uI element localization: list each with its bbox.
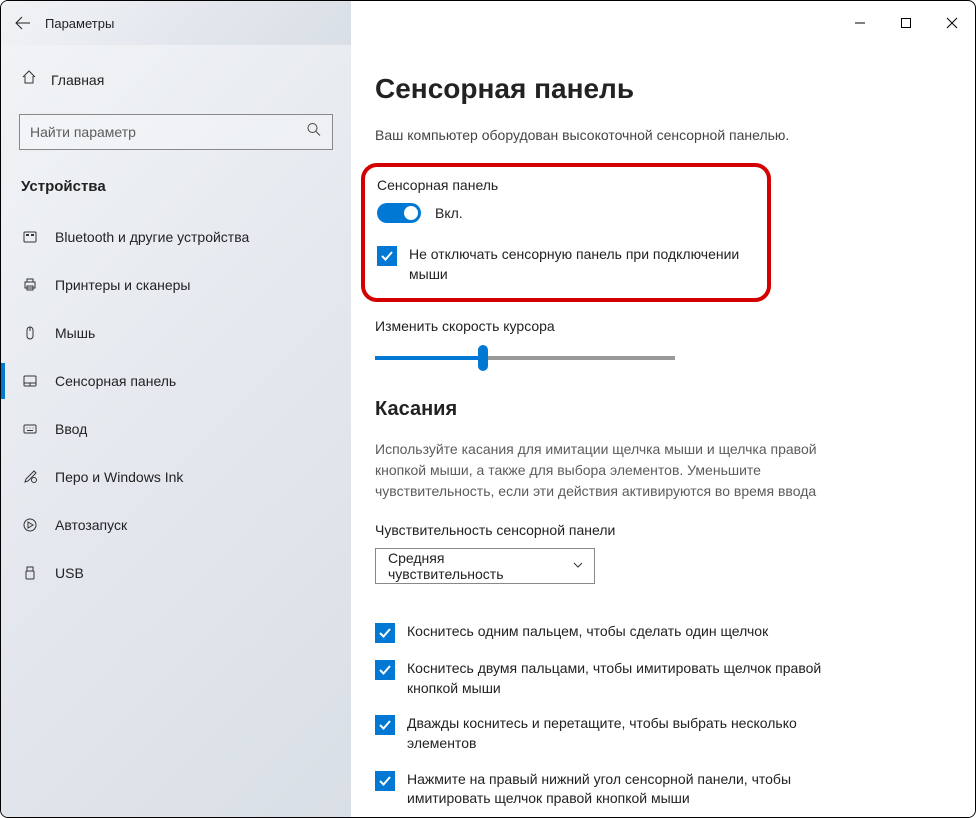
sidebar: Главная Устройства Bluetooth и другие ус…: [1, 45, 351, 817]
sidebar-item-label: Мышь: [55, 325, 95, 341]
minimize-button[interactable]: [837, 1, 883, 45]
sidebar-item-pen[interactable]: Перо и Windows Ink: [1, 453, 351, 501]
sidebar-item-label: Bluetooth и другие устройства: [55, 229, 249, 245]
touchpad-toggle[interactable]: [377, 203, 421, 223]
tap-option-checkbox-1[interactable]: [375, 660, 395, 680]
sidebar-item-mouse[interactable]: Мышь: [1, 309, 351, 357]
check-icon: [378, 663, 392, 677]
tap-option-checkbox-3[interactable]: [375, 771, 395, 791]
touchpad-toggle-row: Вкл.: [377, 203, 749, 223]
check-icon: [378, 626, 392, 640]
sidebar-item-label: Принтеры и сканеры: [55, 277, 190, 293]
sensitivity-value: Средняя чувствительность: [388, 550, 558, 582]
tap-option-label: Нажмите на правый нижний угол сенсорной …: [407, 770, 835, 809]
page-intro: Ваш компьютер оборудован высокоточной се…: [375, 127, 935, 143]
back-button[interactable]: [1, 1, 45, 45]
back-arrow-icon: [15, 15, 31, 31]
autoplay-icon: [21, 517, 39, 533]
sidebar-item-typing[interactable]: Ввод: [1, 405, 351, 453]
cursor-speed-slider-wrap: [375, 346, 675, 370]
close-button[interactable]: [929, 1, 975, 45]
sidebar-item-autoplay[interactable]: Автозапуск: [1, 501, 351, 549]
maximize-icon: [900, 17, 912, 29]
sidebar-item-printers[interactable]: Принтеры и сканеры: [1, 261, 351, 309]
search-input[interactable]: [20, 124, 332, 140]
window-body: Главная Устройства Bluetooth и другие ус…: [1, 45, 975, 817]
check-icon: [378, 774, 392, 788]
minimize-icon: [854, 17, 866, 29]
printer-icon: [21, 277, 39, 293]
leave-on-label: Не отключать сенсорную панель при подклю…: [409, 245, 749, 284]
slider-thumb[interactable]: [478, 345, 488, 371]
cursor-speed-label: Изменить скорость курсора: [375, 318, 935, 334]
settings-window: Параметры Главная: [0, 0, 976, 818]
check-icon: [380, 249, 394, 263]
sidebar-item-label: Сенсорная панель: [55, 373, 176, 389]
sidebar-item-label: Ввод: [55, 421, 87, 437]
sensitivity-label: Чувствительность сенсорной панели: [375, 522, 935, 538]
mouse-icon: [21, 325, 39, 341]
window-title: Параметры: [45, 16, 114, 31]
tap-option-row-0: Коснитесь одним пальцем, чтобы сделать о…: [375, 622, 835, 643]
sidebar-item-bluetooth[interactable]: Bluetooth и другие устройства: [1, 213, 351, 261]
taps-heading: Касания: [375, 398, 935, 421]
window-controls: [837, 1, 975, 45]
main-content: Сенсорная панель Ваш компьютер оборудова…: [351, 45, 975, 817]
home-nav[interactable]: Главная: [1, 61, 351, 98]
sidebar-item-label: Перо и Windows Ink: [55, 469, 183, 485]
close-icon: [946, 17, 958, 29]
tap-option-row-2: Дважды коснитесь и перетащите, чтобы выб…: [375, 714, 835, 753]
pen-icon: [21, 469, 39, 485]
sidebar-nav: Bluetooth и другие устройства Принтеры и…: [1, 213, 351, 597]
usb-icon: [21, 565, 39, 581]
chevron-down-icon: [572, 558, 584, 574]
sidebar-item-usb[interactable]: USB: [1, 549, 351, 597]
home-icon: [21, 69, 37, 90]
sidebar-category: Устройства: [1, 168, 351, 213]
highlighted-section: Сенсорная панель Вкл. Не отключать сенсо…: [361, 163, 771, 302]
tap-option-checkbox-0[interactable]: [375, 623, 395, 643]
search-icon: [306, 122, 322, 143]
sidebar-item-label: Автозапуск: [55, 517, 127, 533]
tap-option-checkbox-2[interactable]: [375, 715, 395, 735]
search-box[interactable]: [19, 114, 333, 150]
cursor-speed-slider[interactable]: [375, 346, 675, 370]
touchpad-toggle-state: Вкл.: [435, 205, 463, 221]
page-title: Сенсорная панель: [375, 73, 935, 105]
leave-on-checkbox[interactable]: [377, 246, 397, 266]
slider-track: [375, 356, 675, 360]
tap-option-label: Коснитесь одним пальцем, чтобы сделать о…: [407, 622, 768, 642]
touchpad-section-label: Сенсорная панель: [377, 177, 749, 193]
sensitivity-dropdown[interactable]: Средняя чувствительность: [375, 548, 595, 584]
leave-on-row: Не отключать сенсорную панель при подклю…: [377, 245, 749, 284]
tap-option-label: Дважды коснитесь и перетащите, чтобы выб…: [407, 714, 835, 753]
tap-option-row-1: Коснитесь двумя пальцами, чтобы имитиров…: [375, 659, 835, 698]
sidebar-item-touchpad[interactable]: Сенсорная панель: [1, 357, 351, 405]
titlebar: Параметры: [1, 1, 975, 45]
touchpad-icon: [21, 373, 39, 389]
tap-option-row-3: Нажмите на правый нижний угол сенсорной …: [375, 770, 835, 809]
slider-fill: [375, 356, 483, 360]
maximize-button[interactable]: [883, 1, 929, 45]
check-icon: [378, 718, 392, 732]
home-label: Главная: [51, 72, 104, 88]
bluetooth-icon: [21, 229, 39, 245]
sidebar-item-label: USB: [55, 565, 84, 581]
keyboard-icon: [21, 421, 39, 437]
tap-option-label: Коснитесь двумя пальцами, чтобы имитиров…: [407, 659, 835, 698]
taps-description: Используйте касания для имитации щелчка …: [375, 439, 835, 502]
